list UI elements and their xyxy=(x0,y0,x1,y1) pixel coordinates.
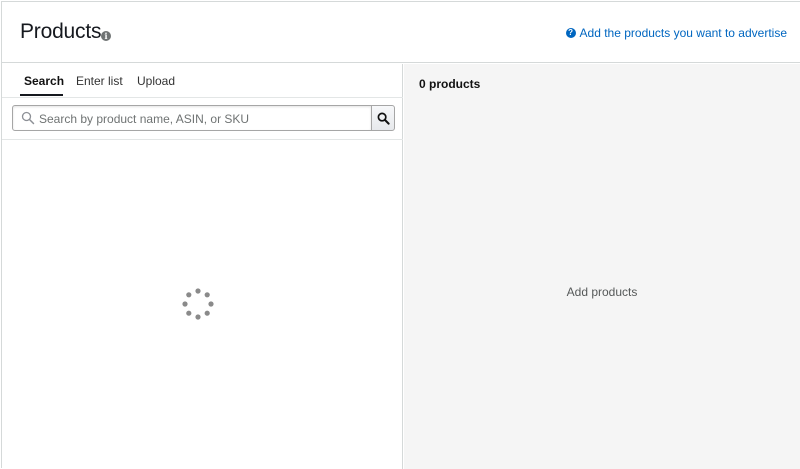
tab-bar: Search Enter list Upload xyxy=(2,64,403,98)
loading-spinner-icon xyxy=(182,288,214,320)
header: Products i ? Add the products you want t… xyxy=(2,2,800,63)
product-count: 0 products xyxy=(419,77,481,91)
search-row xyxy=(2,98,403,140)
search-icon xyxy=(21,111,35,125)
page-title: Products xyxy=(20,20,102,43)
help-link[interactable]: ? Add the products you want to advertise xyxy=(565,26,787,40)
selected-products-panel: 0 products Add products xyxy=(404,64,800,469)
tab-upload[interactable]: Upload xyxy=(137,74,175,88)
help-link-label: Add the products you want to advertise xyxy=(579,26,787,40)
search-button[interactable] xyxy=(371,105,395,131)
tab-search[interactable]: Search xyxy=(24,74,64,88)
search-box xyxy=(12,105,372,131)
products-panel: Products i ? Add the products you want t… xyxy=(1,1,800,469)
empty-state-label: Add products xyxy=(566,285,638,299)
question-icon: ? xyxy=(565,28,576,38)
tab-enter-list[interactable]: Enter list xyxy=(76,74,123,88)
info-icon[interactable]: i xyxy=(101,31,111,41)
left-panel: Search Enter list Upload xyxy=(2,64,403,469)
search-input[interactable] xyxy=(39,110,367,127)
active-tab-indicator xyxy=(20,94,63,96)
search-icon xyxy=(377,112,390,125)
